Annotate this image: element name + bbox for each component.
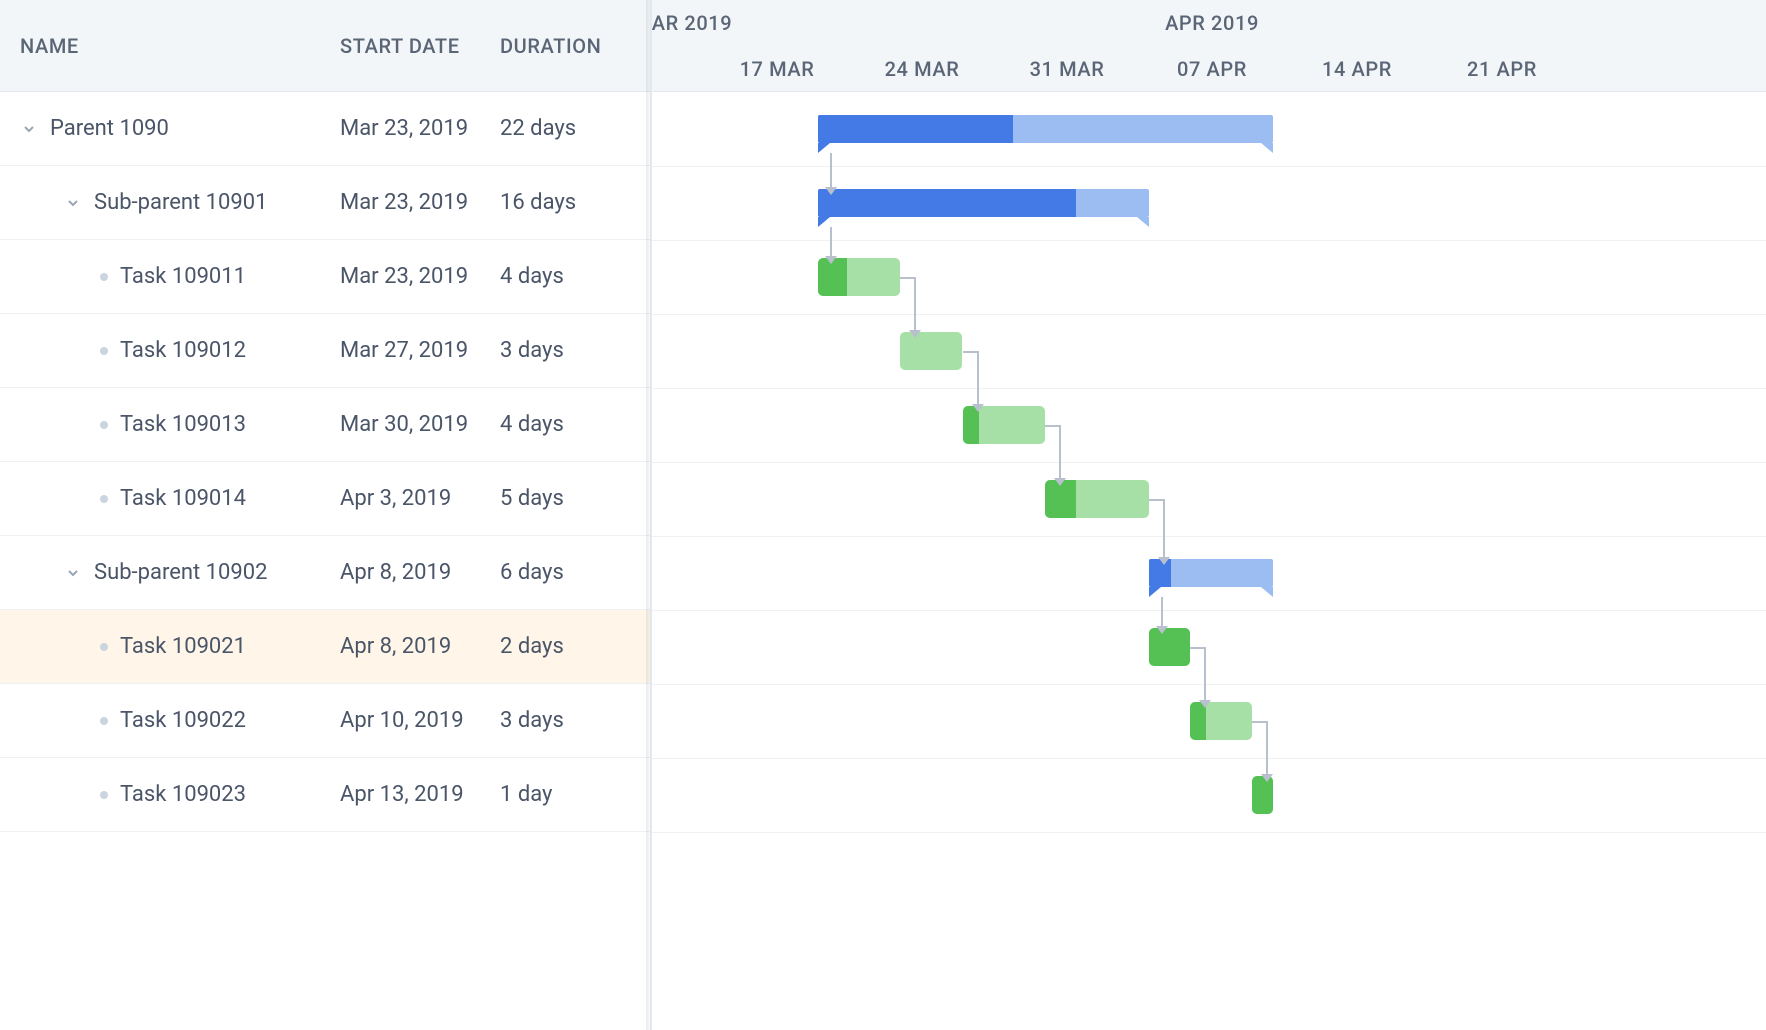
chevron-down-icon[interactable] (20, 120, 38, 138)
task-name: Task 109012 (120, 338, 246, 363)
task-start: Mar 27, 2019 (340, 338, 500, 363)
task-bar[interactable] (963, 406, 1046, 444)
task-duration: 6 days (500, 560, 650, 585)
timeline-header: AR 2019APR 2019 R17 MAR24 MAR31 MAR07 AP… (652, 0, 1766, 92)
bullet-icon (100, 717, 108, 725)
timeline-body[interactable] (652, 92, 1766, 1030)
task-bar[interactable] (1252, 776, 1273, 814)
task-name: Task 109014 (120, 486, 246, 511)
bullet-icon (100, 421, 108, 429)
task-name: Task 109011 (120, 264, 246, 289)
task-duration: 3 days (500, 338, 650, 363)
table-header: NAME START DATE DURATION (0, 0, 650, 92)
week-label: 31 MAR (1030, 57, 1105, 81)
task-duration: 3 days (500, 708, 650, 733)
task-start: Mar 30, 2019 (340, 412, 500, 437)
bullet-icon (100, 495, 108, 503)
task-start: Mar 23, 2019 (340, 116, 500, 141)
table-row[interactable]: Parent 1090 Mar 23, 201922 days (0, 92, 650, 166)
task-name: Task 109022 (120, 708, 246, 733)
task-duration: 22 days (500, 116, 650, 141)
task-start: Apr 8, 2019 (340, 634, 500, 659)
task-bar[interactable] (1149, 628, 1190, 666)
task-name: Sub-parent 10902 (94, 560, 268, 585)
table-row[interactable]: Task 109014 Apr 3, 20195 days (0, 462, 650, 536)
task-start: Apr 3, 2019 (340, 486, 500, 511)
task-name: Task 109013 (120, 412, 246, 437)
week-label: 21 APR (1467, 57, 1537, 81)
task-start: Apr 8, 2019 (340, 560, 500, 585)
task-start: Apr 10, 2019 (340, 708, 500, 733)
task-name: Task 109021 (120, 634, 246, 659)
table-row[interactable]: Sub-parent 10901 Mar 23, 201916 days (0, 166, 650, 240)
task-table: NAME START DATE DURATION Parent 1090 Mar … (0, 0, 652, 1030)
table-row[interactable]: Task 109012 Mar 27, 20193 days (0, 314, 650, 388)
task-bar[interactable] (1190, 702, 1252, 740)
table-row[interactable]: Task 109021 Apr 8, 20192 days (0, 610, 650, 684)
table-row[interactable]: Sub-parent 10902 Apr 8, 20196 days (0, 536, 650, 610)
task-duration: 1 day (500, 782, 650, 807)
chevron-down-icon[interactable] (64, 194, 82, 212)
bullet-icon (100, 273, 108, 281)
bullet-icon (100, 791, 108, 799)
week-label: 07 APR (1177, 57, 1247, 81)
task-duration: 4 days (500, 412, 650, 437)
week-label: 14 APR (1322, 57, 1392, 81)
table-row[interactable]: Task 109023 Apr 13, 20191 day (0, 758, 650, 832)
month-label: AR 2019 (652, 11, 732, 35)
task-bar[interactable] (900, 332, 962, 370)
parent-bar[interactable] (1149, 559, 1273, 587)
task-start: Mar 23, 2019 (340, 190, 500, 215)
task-name: Task 109023 (120, 782, 246, 807)
task-start: Apr 13, 2019 (340, 782, 500, 807)
task-bar[interactable] (1045, 480, 1149, 518)
month-label: APR 2019 (1165, 11, 1259, 35)
table-body: Parent 1090Mar 23, 201922 daysSub-parent… (0, 92, 650, 1030)
timeline-pane[interactable]: AR 2019APR 2019 R17 MAR24 MAR31 MAR07 AP… (652, 0, 1766, 1030)
bullet-icon (100, 643, 108, 651)
task-duration: 2 days (500, 634, 650, 659)
task-duration: 4 days (500, 264, 650, 289)
table-row[interactable]: Task 109013 Mar 30, 20194 days (0, 388, 650, 462)
task-name: Sub-parent 10901 (94, 190, 268, 215)
col-header-start[interactable]: START DATE (340, 34, 500, 58)
parent-bar[interactable] (818, 189, 1149, 217)
task-bar[interactable] (818, 258, 901, 296)
task-duration: 5 days (500, 486, 650, 511)
parent-bar[interactable] (818, 115, 1273, 143)
week-label: 17 MAR (740, 57, 815, 81)
bullet-icon (100, 347, 108, 355)
task-duration: 16 days (500, 190, 650, 215)
col-header-duration[interactable]: DURATION (500, 34, 650, 58)
chevron-down-icon[interactable] (64, 564, 82, 582)
col-header-name[interactable]: NAME (20, 34, 340, 58)
table-row[interactable]: Task 109022 Apr 10, 20193 days (0, 684, 650, 758)
week-label: 24 MAR (885, 57, 960, 81)
table-row[interactable]: Task 109011 Mar 23, 20194 days (0, 240, 650, 314)
gantt-container: NAME START DATE DURATION Parent 1090 Mar … (0, 0, 1766, 1030)
task-start: Mar 23, 2019 (340, 264, 500, 289)
task-name: Parent 1090 (50, 116, 169, 141)
